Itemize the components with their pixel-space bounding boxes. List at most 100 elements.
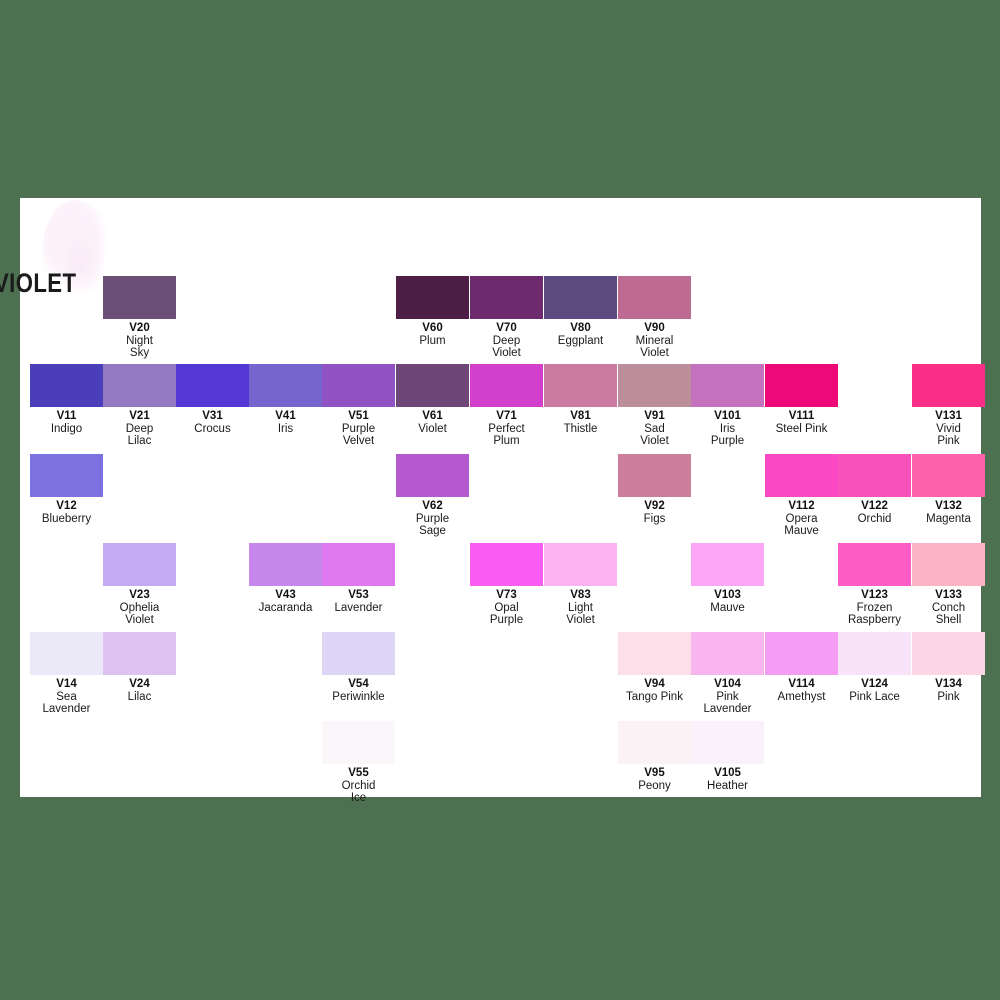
color-swatch (322, 632, 395, 675)
swatch-code: V112 (788, 500, 815, 512)
swatch-cell: V95 Peony (618, 721, 691, 792)
swatch-name: Mineral Violet (635, 334, 674, 360)
color-swatch (30, 632, 103, 675)
swatch-cell: V101 Iris Purple (691, 364, 764, 448)
swatch-cell: V114 Amethyst (765, 632, 838, 703)
swatch-cell: V60 Plum (396, 276, 469, 347)
swatch-code: V103 (714, 589, 741, 601)
swatch-code: V12 (56, 500, 77, 512)
swatch-cell: V51 Purple Velvet (322, 364, 395, 448)
swatch-cell: V92 Figs (618, 454, 691, 525)
swatch-name: Blueberry (41, 512, 92, 525)
color-swatch (544, 276, 617, 319)
swatch-name: Sad Violet (640, 422, 669, 448)
swatch-name: Iris (277, 422, 294, 435)
swatch-cell: V71 Perfect Plum (470, 364, 543, 448)
swatch-code: V24 (129, 678, 150, 690)
swatch-name: Indigo (50, 422, 83, 435)
swatch-code: V81 (570, 410, 591, 422)
swatch-code: V23 (129, 589, 150, 601)
swatch-name: Orchid (857, 512, 892, 525)
swatch-name: Sea Lavender (42, 690, 91, 716)
swatch-name: Tango Pink (626, 690, 683, 703)
swatch-cell: V124 Pink Lace (838, 632, 911, 703)
swatch-code: V61 (422, 410, 443, 422)
color-swatch (544, 543, 617, 586)
swatch-code: V43 (275, 589, 296, 601)
swatch-code: V95 (644, 767, 665, 779)
color-swatch (618, 454, 691, 497)
color-swatch (103, 276, 176, 319)
color-swatch (838, 632, 911, 675)
swatch-name: Perfect Plum (488, 422, 525, 448)
swatch-cell: V81 Thistle (544, 364, 617, 435)
swatch-name: Lilac (127, 690, 152, 703)
swatch-name: Opal Purple (489, 601, 524, 627)
swatch-code: V20 (129, 322, 150, 334)
swatch-code: V55 (348, 767, 369, 779)
swatch-code: V53 (348, 589, 369, 601)
swatch-name: Deep Violet (492, 334, 521, 360)
swatch-name: Night Sky (126, 334, 153, 360)
swatch-cell: V94 Tango Pink (618, 632, 691, 703)
swatch-name: Lavender (334, 601, 383, 614)
swatch-code: V62 (422, 500, 443, 512)
color-swatch (176, 364, 249, 407)
swatch-cell: V83 Light Violet (544, 543, 617, 627)
swatch-cell: V62 Purple Sage (396, 454, 469, 538)
swatch-code: V60 (422, 322, 443, 334)
color-swatch (544, 364, 617, 407)
swatch-code: V41 (275, 410, 296, 422)
swatch-cell: V133 Conch Shell (912, 543, 985, 627)
swatch-code: V80 (570, 322, 591, 334)
swatch-code: V21 (129, 410, 150, 422)
swatch-name: Peony (638, 779, 671, 792)
swatch-name: Opera Mauve (784, 512, 819, 538)
swatch-code: V91 (644, 410, 665, 422)
color-swatch (765, 364, 838, 407)
swatch-code: V122 (861, 500, 888, 512)
color-swatch (912, 454, 985, 497)
swatch-code: V94 (644, 678, 665, 690)
swatch-grid: V20 Night Sky V60 Plum V70 Deep Violet V80 Eggp… (0, 0, 1000, 1000)
swatch-name: Frozen Raspberry (847, 601, 902, 627)
swatch-code: V124 (861, 678, 888, 690)
color-swatch (249, 364, 322, 407)
swatch-code: V101 (714, 410, 741, 422)
color-swatch (691, 543, 764, 586)
color-swatch (396, 364, 469, 407)
color-swatch (322, 543, 395, 586)
swatch-code: V71 (496, 410, 517, 422)
swatch-cell: V105 Heather (691, 721, 764, 792)
swatch-code: V11 (56, 410, 77, 422)
swatch-name: Vivid Pink (936, 422, 961, 448)
color-swatch (912, 364, 985, 407)
swatch-code: V83 (570, 589, 591, 601)
swatch-code: V51 (348, 410, 369, 422)
color-swatch (103, 364, 176, 407)
swatch-name: Crocus (194, 422, 231, 435)
swatch-cell: V73 Opal Purple (470, 543, 543, 627)
swatch-cell: V70 Deep Violet (470, 276, 543, 360)
swatch-cell: V80 Eggplant (544, 276, 617, 347)
swatch-cell: V43 Jacaranda (249, 543, 322, 614)
color-swatch (618, 276, 691, 319)
swatch-cell: V55 Orchid Ice (322, 721, 395, 805)
color-swatch (618, 364, 691, 407)
swatch-name: Periwinkle (332, 690, 385, 703)
swatch-name: Mauve (710, 601, 745, 614)
swatch-name: Pink (937, 690, 960, 703)
color-swatch (396, 276, 469, 319)
swatch-code: V73 (496, 589, 517, 601)
color-swatch (396, 454, 469, 497)
color-swatch (691, 364, 764, 407)
swatch-name: Conch Shell (931, 601, 966, 627)
swatch-code: V133 (935, 589, 962, 601)
color-swatch (765, 454, 838, 497)
swatch-name: Figs (643, 512, 666, 525)
swatch-name: Plum (419, 334, 446, 347)
swatch-cell: V61 Violet (396, 364, 469, 435)
swatch-code: V90 (644, 322, 665, 334)
swatch-name: Eggplant (557, 334, 604, 347)
swatch-cell: V112 Opera Mauve (765, 454, 838, 538)
